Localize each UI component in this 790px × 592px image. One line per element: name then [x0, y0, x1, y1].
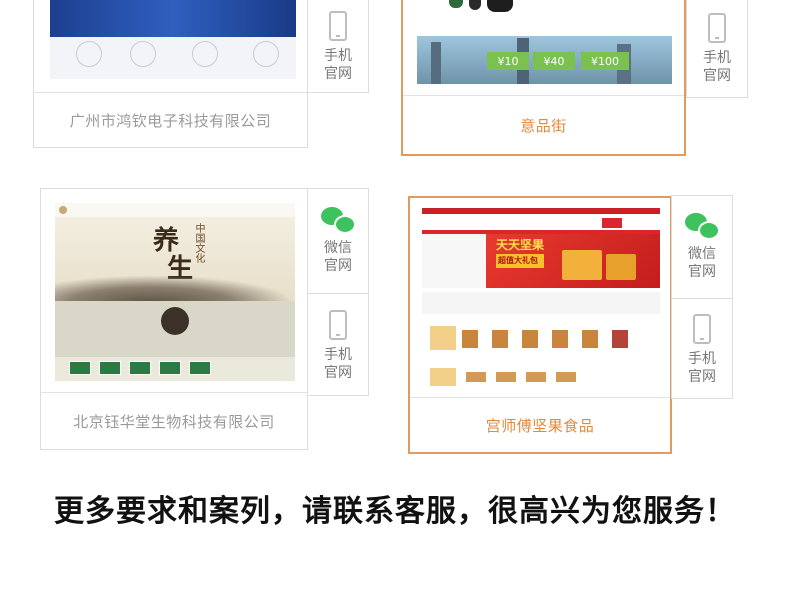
mobile-label-line1: 手机: [324, 47, 352, 64]
price-tag: ¥10: [487, 52, 529, 70]
mobile-site-link[interactable]: 手机 官网: [308, 293, 368, 398]
mobile-phone-icon: [708, 13, 726, 43]
case-side-panel-2: 手机 官网: [686, 0, 748, 98]
mobile-site-link[interactable]: 手机 官网: [687, 0, 747, 99]
wechat-label-line1: 微信: [324, 240, 352, 256]
wechat-icon: [685, 213, 720, 240]
case-thumbnail[interactable]: 养 生 中国文化: [55, 203, 295, 381]
case-side-panel-1: 手机 官网: [307, 0, 369, 93]
mobile-phone-icon: [693, 314, 711, 344]
mobile-label-line2: 官网: [324, 365, 352, 381]
mobile-label-line2: 官网: [703, 68, 731, 84]
contact-message: 更多要求和案列，请联系客服，很高兴为您服务！: [54, 494, 736, 529]
mobile-phone-icon: [329, 310, 347, 340]
mobile-label-line1: 手机: [703, 50, 731, 66]
case-caption[interactable]: 宫师傅坚果食品: [410, 397, 670, 452]
case-caption[interactable]: 北京钰华堂生物科技有限公司: [41, 392, 307, 449]
thumb-title-char: 养: [153, 226, 180, 256]
wechat-site-link[interactable]: 微信 官网: [308, 189, 368, 293]
banner-subtitle: 超值大礼包: [496, 254, 545, 268]
case-thumbnail[interactable]: ¥10 ¥40 ¥100: [417, 0, 672, 90]
case-side-panel-4: 微信 官网 手机 官网: [671, 195, 733, 399]
wechat-label-line1: 微信: [688, 246, 716, 262]
price-tag: ¥100: [581, 52, 629, 70]
case-card-3[interactable]: 养 生 中国文化 北京钰华堂生物科技有限公司: [40, 188, 308, 450]
thumb-subtitle: 中国文化: [193, 223, 204, 263]
mobile-label-line2: 官网: [324, 65, 352, 82]
wechat-label-line2: 官网: [688, 264, 716, 280]
case-card-2[interactable]: ¥10 ¥40 ¥100 意品街: [401, 0, 686, 156]
case-card-4[interactable]: 天天坚果 超值大礼包 宫师傅坚果食品: [408, 196, 672, 454]
mobile-site-link[interactable]: 手机 官网: [672, 298, 732, 401]
mobile-label-line1: 手机: [324, 347, 352, 363]
wechat-label-line2: 官网: [324, 258, 352, 274]
banner-title: 天天坚果: [496, 238, 545, 252]
wechat-site-link[interactable]: 微信 官网: [672, 196, 732, 298]
case-thumbnail[interactable]: 天天坚果 超值大礼包: [422, 208, 660, 392]
mobile-label-line1: 手机: [688, 351, 716, 367]
mobile-label-line2: 官网: [688, 369, 716, 385]
mobile-phone-icon: [329, 10, 347, 41]
case-card-1[interactable]: 广州市鸿钦电子科技有限公司: [33, 0, 308, 148]
case-caption[interactable]: 广州市鸿钦电子科技有限公司: [34, 92, 307, 147]
wechat-icon: [321, 207, 356, 234]
case-thumbnail[interactable]: [50, 0, 296, 79]
case-side-panel-3: 微信 官网 手机 官网: [307, 188, 369, 396]
price-tag: ¥40: [533, 52, 575, 70]
mobile-site-link[interactable]: 手机 官网: [308, 0, 368, 94]
case-caption[interactable]: 意品街: [403, 95, 684, 154]
